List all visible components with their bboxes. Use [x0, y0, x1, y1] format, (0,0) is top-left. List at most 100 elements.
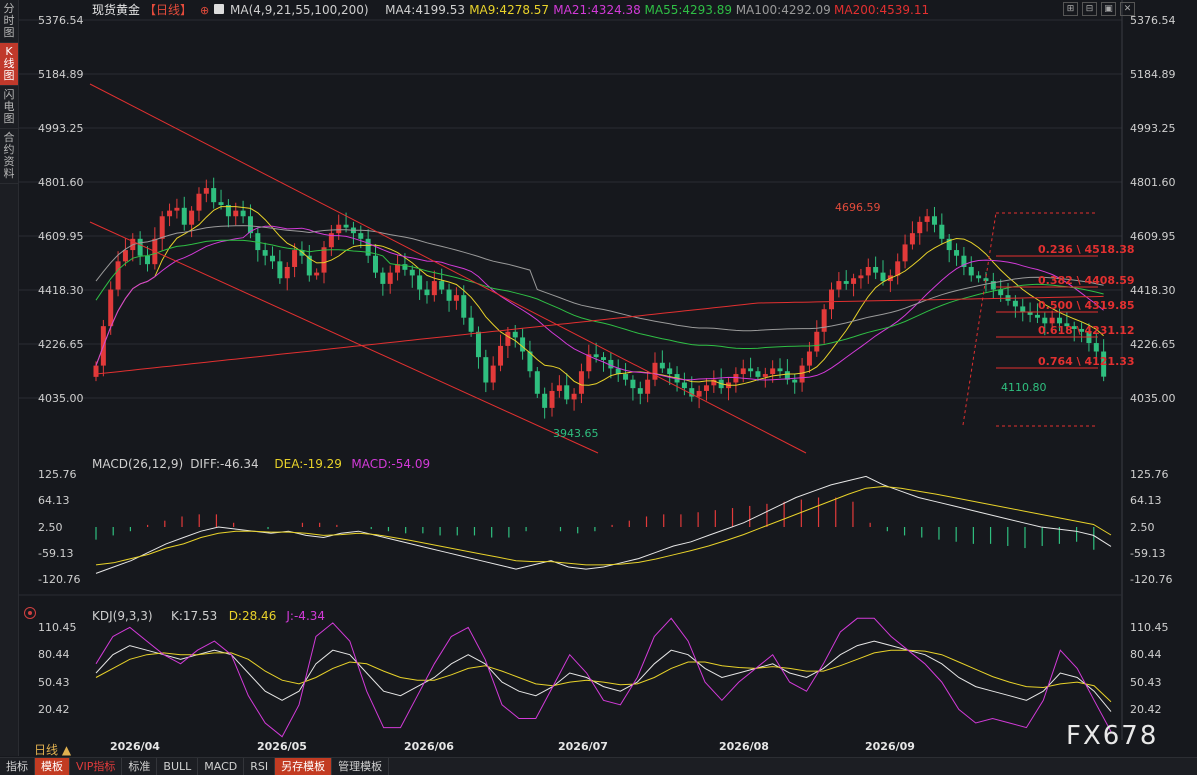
- candle-body: [895, 261, 901, 276]
- candle-body: [159, 216, 165, 239]
- candle-body: [233, 210, 239, 217]
- candle-body: [468, 317, 474, 332]
- candle-body: [564, 385, 570, 400]
- toolbar-button-0[interactable]: 指标: [0, 758, 35, 775]
- candle-body: [681, 382, 687, 389]
- y-tick-label: 4418.30: [1130, 284, 1176, 297]
- candle-body: [387, 272, 393, 284]
- toolbar-button-2[interactable]: VIP指标: [70, 758, 123, 775]
- candle-body: [409, 269, 415, 276]
- candle-body: [623, 374, 629, 380]
- y-tick-label-left: 5376.54: [38, 14, 84, 27]
- candle-body: [748, 368, 754, 372]
- candle-body: [806, 351, 812, 366]
- chart-canvas: 现货黄金 【日线】 ⊕ MA(4,9,21,55,100,200) MA4:4199.5…: [18, 0, 1176, 753]
- candle-body: [144, 255, 150, 265]
- candle-body: [645, 379, 651, 394]
- close-icon[interactable]: ✕: [1120, 2, 1135, 16]
- kdj-y-tick-left: 20.42: [38, 703, 70, 716]
- ma-line-MA21: [95, 225, 1104, 381]
- split-icon[interactable]: ⊟: [1082, 2, 1097, 16]
- sidebar-item-2[interactable]: 闪电图: [0, 86, 18, 129]
- candle-body: [829, 289, 835, 310]
- period-selector[interactable]: 日线 ▲: [34, 741, 71, 758]
- candle-body: [571, 393, 577, 400]
- candle-body: [439, 281, 445, 290]
- y-tick-label: 4609.95: [1130, 230, 1176, 243]
- kdj-legend-2: D:28.46: [229, 609, 277, 623]
- macd-y-tick: -120.76: [1130, 573, 1172, 586]
- candle-body: [336, 224, 342, 234]
- candle-body: [799, 365, 805, 383]
- macd-y-tick: -59.13: [1130, 547, 1165, 560]
- kdj-y-tick-left: 110.45: [38, 621, 77, 634]
- candle-body: [917, 221, 923, 234]
- toolbar-button-8[interactable]: 管理模板: [332, 758, 390, 775]
- macd-legend-2: DEA:-19.29: [274, 457, 342, 471]
- candle-body: [380, 272, 386, 284]
- candle-body: [431, 281, 437, 296]
- y-tick-label-left: 4609.95: [38, 230, 84, 243]
- candle-body: [549, 390, 555, 408]
- watermark: FX678: [1066, 721, 1159, 751]
- toolbar-button-1[interactable]: 模板: [35, 758, 70, 775]
- candle-body: [880, 272, 886, 282]
- kdj-toggle-icon[interactable]: [24, 607, 36, 619]
- fib-level-label: 0.618 \ 4231.12: [1038, 324, 1135, 337]
- kdj-legend-3: J:-4.34: [285, 609, 325, 623]
- candle-body: [637, 388, 643, 394]
- candle-body: [358, 233, 364, 239]
- macd-legend-0: MACD(26,12,9): [92, 457, 183, 471]
- candle-body: [167, 210, 173, 217]
- candle-body: [696, 390, 702, 397]
- ma-line-MA200: [95, 295, 1104, 375]
- low-annotation: 3943.65: [553, 427, 599, 440]
- candle-body: [976, 275, 982, 279]
- kdj-y-tick-left: 50.43: [38, 676, 70, 689]
- grid-icon[interactable]: ⊞: [1063, 2, 1078, 16]
- candle-body: [122, 250, 128, 262]
- candle-body: [277, 261, 283, 279]
- candle-body: [534, 371, 540, 394]
- toolbar-button-6[interactable]: RSI: [244, 758, 276, 775]
- candle-body: [858, 275, 864, 279]
- kdj-y-tick: 50.43: [1130, 676, 1162, 689]
- toolbar-button-3[interactable]: 标准: [122, 758, 158, 775]
- candle-body: [659, 362, 665, 369]
- y-tick-label-left: 4418.30: [38, 284, 84, 297]
- ma-legend-3: MA21:4324.38: [553, 3, 641, 17]
- last-annotation: 4110.80: [1001, 381, 1047, 394]
- ma-line-MA55: [95, 239, 1104, 349]
- toolbar-button-7[interactable]: 另存模板: [275, 758, 333, 775]
- toolbar-button-4[interactable]: BULL: [157, 758, 199, 775]
- sidebar-item-1[interactable]: K线图: [0, 43, 18, 86]
- candle-body: [490, 365, 496, 383]
- candle-body: [924, 216, 930, 222]
- fib-level-label: 0.764 \ 4121.33: [1038, 355, 1135, 368]
- candle-body: [512, 331, 518, 338]
- candle-body: [1012, 300, 1018, 307]
- macd-y-tick-left: -59.13: [38, 547, 73, 560]
- ma-line-MA9: [95, 206, 1104, 386]
- candle-body: [1057, 317, 1063, 324]
- x-tick-label: 2026/05: [257, 740, 307, 753]
- sidebar-item-3[interactable]: 合约资料: [0, 129, 18, 184]
- ma-legend-4: MA55:4293.89: [645, 3, 733, 17]
- candle-body: [372, 255, 378, 273]
- candle-body: [1049, 317, 1055, 324]
- x-tick-label: 2026/07: [558, 740, 608, 753]
- candle-body: [270, 255, 276, 262]
- candle-body: [196, 193, 202, 211]
- x-tick-label: 2026/04: [110, 740, 160, 753]
- candle-body: [755, 371, 761, 377]
- kdj-k-line: [95, 640, 1112, 712]
- candle-body: [137, 238, 143, 256]
- fib-diagonal: [962, 212, 997, 426]
- candle-body: [578, 371, 584, 394]
- kdj-y-tick-left: 80.44: [38, 648, 70, 661]
- candle-body: [821, 309, 827, 332]
- sidebar-item-0[interactable]: 分时图: [0, 0, 18, 43]
- toolbar-button-5[interactable]: MACD: [198, 758, 245, 775]
- maximize-icon[interactable]: ▣: [1101, 2, 1116, 16]
- ma-line-MA100: [95, 225, 1104, 332]
